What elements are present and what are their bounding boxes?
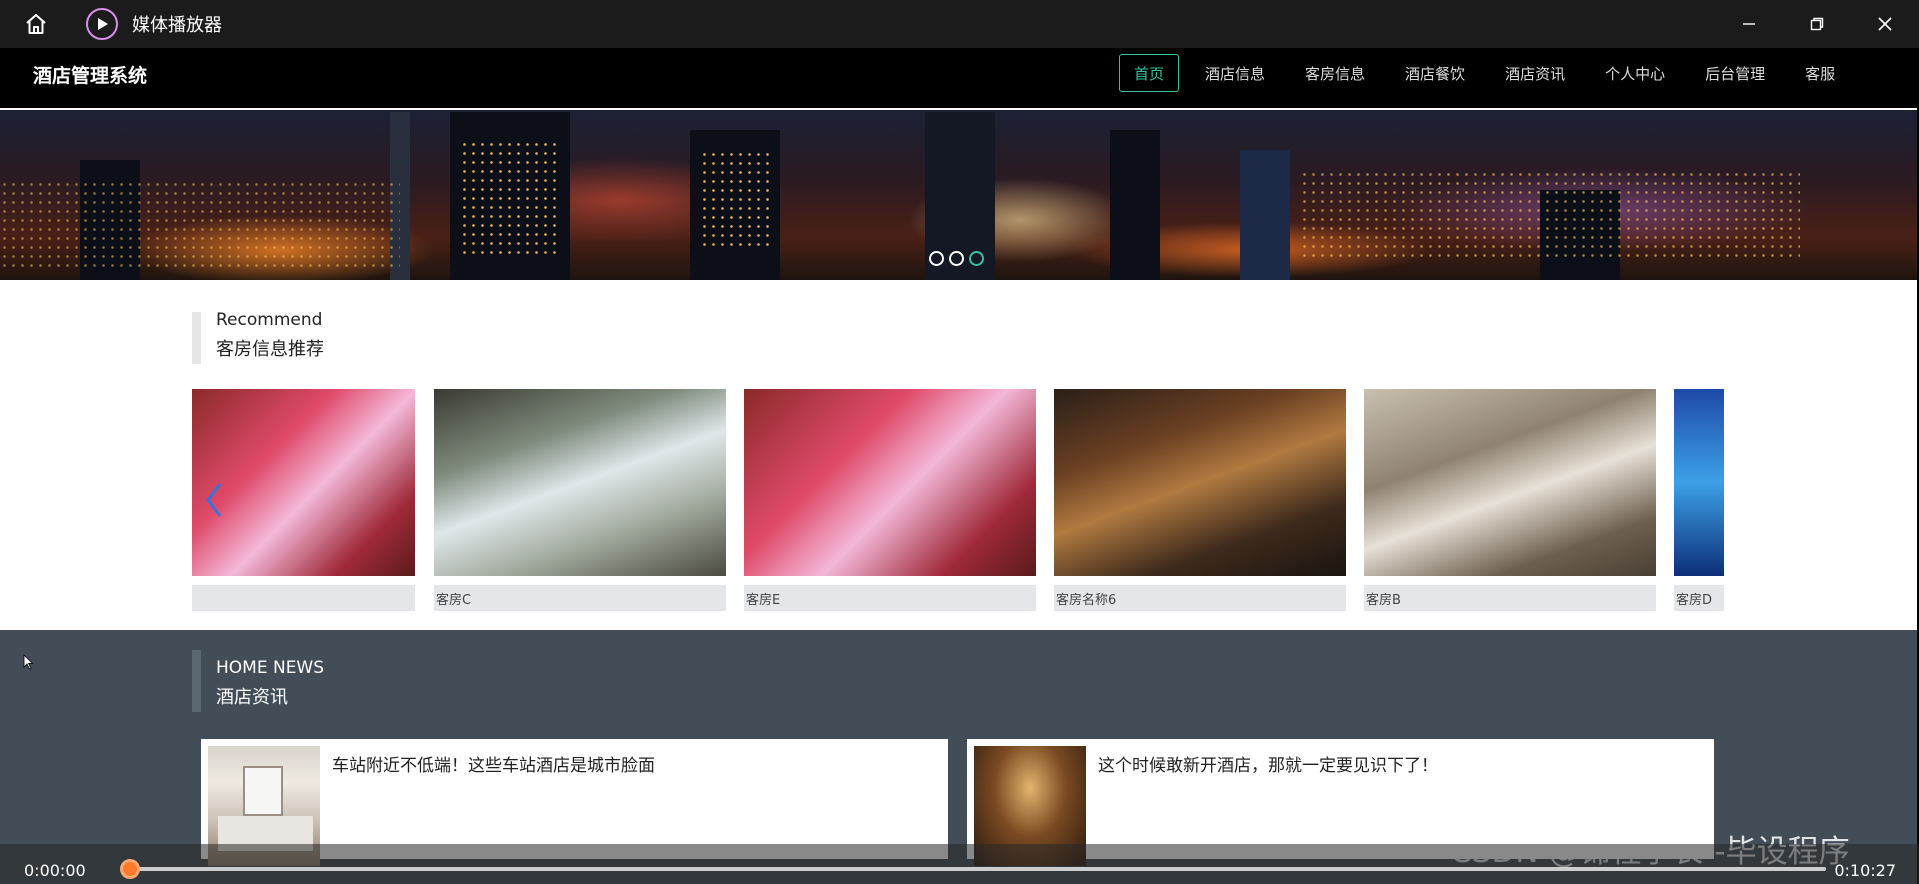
nav-item[interactable]: 酒店信息 [1191,54,1279,92]
carousel-dot[interactable] [929,251,944,266]
room-card[interactable]: 客房D [1674,389,1724,619]
room-card[interactable]: 客房E [744,389,1036,619]
player-controls: 0:00:00 0:10:27 [0,844,1919,884]
restore-button[interactable] [1783,0,1851,48]
close-button[interactable] [1851,0,1919,48]
nav-item[interactable]: 酒店餐饮 [1391,54,1479,92]
banner-lights [0,180,400,270]
carousel-prev-icon[interactable] [200,480,230,520]
minimize-icon [1743,23,1755,25]
site-brand[interactable]: 酒店管理系统 [33,61,147,88]
restore-icon [1810,17,1824,31]
banner-lights [700,150,770,250]
room-name: 客房D [1674,585,1724,611]
media-player-logo-icon [86,8,118,40]
room-image [434,389,726,576]
nav-item[interactable]: 客房信息 [1291,54,1379,92]
room-name: 客房名称6 [1054,585,1346,611]
banner-lights [1300,170,1800,260]
room-name [192,585,415,611]
carousel-indicators [929,251,984,266]
news-title[interactable]: 车站附近不低端！这些车站酒店是城市脸面 [332,751,655,776]
current-time: 0:00:00 [24,861,86,880]
news-title-en: HOME NEWS [216,658,325,678]
room-card[interactable]: 客房名称6 [1054,389,1346,619]
nav-item[interactable]: 后台管理 [1691,54,1779,92]
room-name: 客房C [434,585,726,611]
news-card[interactable]: 车站附近不低端！这些车站酒店是城市脸面 [201,739,948,866]
room-image [1674,389,1724,576]
home-icon[interactable] [18,6,54,42]
room-card-list: 客房C 客房E 客房名称6 客房B 客房D [192,389,1725,659]
player-title: 媒体播放器 [132,15,222,36]
nav-item[interactable]: 客服 [1791,54,1849,92]
carousel-dot[interactable] [969,251,984,266]
room-image [744,389,1036,576]
nav-item[interactable]: 酒店资讯 [1491,54,1579,92]
recommend-title-en: Recommend [216,310,323,330]
minimize-button[interactable] [1715,0,1783,48]
news-title[interactable]: 这个时候敢新开酒店，那就一定要见识下了！ [1098,751,1438,776]
window-controls [1715,0,1919,48]
nav-item[interactable]: 首页 [1119,54,1180,92]
player-title-bar: 媒体播放器 [0,0,1919,48]
nav-menu: 首页 酒店信息 客房信息 酒店餐饮 酒店资讯 个人中心 后台管理 客服 [1119,54,1861,92]
site-navbar: 酒店管理系统 首页 酒店信息 客房信息 酒店餐饮 酒店资讯 个人中心 后台管理 客服 [0,48,1917,108]
banner-lights [460,140,560,260]
section-accent-bar [192,312,201,364]
video-frame: 酒店管理系统 首页 酒店信息 客房信息 酒店餐饮 酒店资讯 个人中心 后台管理 客服 Reco… [0,48,1919,884]
seek-knob[interactable] [120,859,140,879]
recommend-title-zh: 客房信息推荐 [216,339,324,360]
room-name: 客房E [744,585,1036,611]
seek-bar[interactable] [126,867,1826,871]
banner-building [1110,130,1160,280]
room-image [1364,389,1656,576]
duration: 0:10:27 [1834,861,1896,880]
mouse-cursor-icon [23,654,34,670]
room-card[interactable]: 客房B [1364,389,1656,619]
room-name: 客房B [1364,585,1656,611]
news-title-zh: 酒店资讯 [216,687,288,708]
nav-item[interactable]: 个人中心 [1591,54,1679,92]
room-card[interactable]: 客房C [434,389,726,619]
carousel-dot[interactable] [949,251,964,266]
section-accent-bar [192,650,201,712]
close-icon [1878,17,1892,31]
room-image [1054,389,1346,576]
banner-building [1240,150,1290,280]
